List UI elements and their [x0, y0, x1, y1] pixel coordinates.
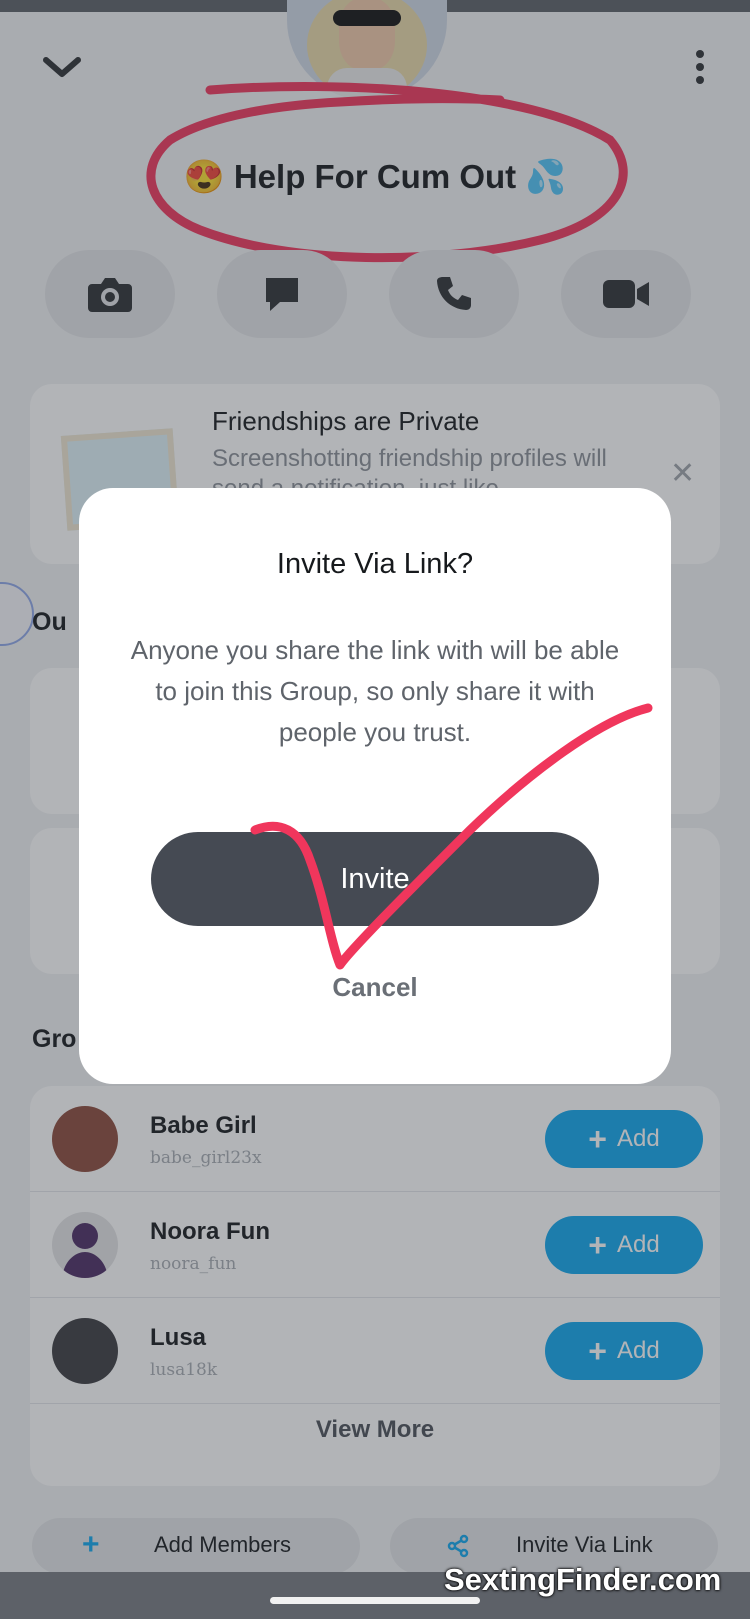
home-indicator[interactable] [270, 1597, 480, 1604]
dialog-title: Invite Via Link? [276, 548, 474, 580]
watermark: SextingFinder.com [444, 1562, 722, 1597]
red-annotation-checkmark [250, 703, 653, 970]
